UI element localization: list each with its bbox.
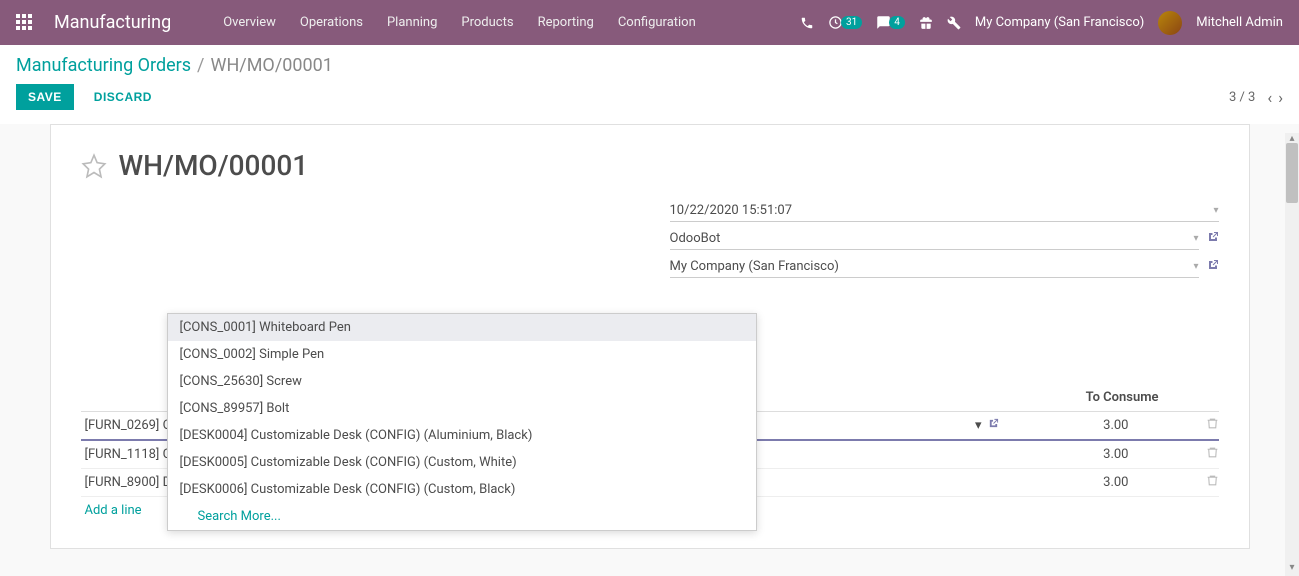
pager-count: 3 / 3 — [1229, 90, 1255, 105]
form-sheet: WH/MO/00001 Date le 10/22/2020 15:51:07 … — [50, 124, 1250, 549]
trash-icon[interactable] — [1206, 446, 1219, 463]
responsible-value[interactable]: OdooBot — [670, 228, 1199, 250]
dropdown-search-more[interactable]: Search More... — [168, 503, 756, 530]
pager: 3 / 3 ‹ › — [1229, 88, 1283, 107]
scheduled-date-value[interactable]: 10/22/2020 15:51:07 — [670, 200, 1219, 222]
breadcrumb-root[interactable]: Manufacturing Orders — [16, 55, 191, 76]
dropdown-item[interactable]: [CONS_0002] Simple Pen — [168, 341, 756, 368]
form-col-right: 10/22/2020 15:51:07 OdooBot My Company (… — [670, 200, 1219, 284]
clock-badge: 31 — [841, 16, 862, 29]
breadcrumb-current: WH/MO/00001 — [210, 55, 332, 76]
nav-item-products[interactable]: Products — [449, 0, 525, 45]
nav-item-overview[interactable]: Overview — [211, 0, 288, 45]
nav-item-reporting[interactable]: Reporting — [526, 0, 606, 45]
trash-icon[interactable] — [1206, 417, 1219, 434]
phone-icon[interactable] — [800, 16, 814, 30]
dropdown-item[interactable]: [DESK0006] Customizable Desk (CONFIG) (C… — [168, 476, 756, 503]
row-external-link-icon[interactable] — [988, 418, 999, 433]
discard-button[interactable]: DISCARD — [82, 84, 164, 110]
dropdown-item[interactable]: [CONS_25630] Screw — [168, 368, 756, 395]
user-label[interactable]: Mitchell Admin — [1196, 15, 1283, 30]
wrench-icon[interactable] — [947, 16, 961, 30]
responsible-external-link-icon[interactable] — [1207, 231, 1219, 247]
save-button[interactable]: SAVE — [16, 84, 74, 110]
navbar: Manufacturing Overview Operations Planni… — [0, 0, 1299, 45]
dropdown-item[interactable]: [CONS_89957] Bolt — [168, 395, 756, 422]
dropdown-item[interactable]: [DESK0004] Customizable Desk (CONFIG) (A… — [168, 422, 756, 449]
nav-right: 31 4 My Company (San Francisco) Mitchell… — [800, 11, 1283, 35]
apps-icon[interactable] — [16, 14, 34, 32]
company-value[interactable]: My Company (San Francisco) — [670, 256, 1199, 278]
row-consume[interactable]: 3.00 — [999, 418, 1159, 433]
pager-prev-icon[interactable]: ‹ — [1267, 88, 1272, 107]
scrollbar-thumb[interactable] — [1286, 143, 1298, 203]
nav-item-configuration[interactable]: Configuration — [606, 0, 708, 45]
nav-menu: Overview Operations Planning Products Re… — [211, 0, 708, 45]
col-consume-header: To Consume — [1059, 390, 1219, 405]
star-icon[interactable] — [81, 153, 107, 179]
page-title: WH/MO/00001 — [119, 149, 309, 182]
chat-icon[interactable]: 4 — [876, 15, 905, 30]
company-external-link-icon[interactable] — [1207, 259, 1219, 275]
form-cols: 10/22/2020 15:51:07 OdooBot My Company (… — [81, 200, 1219, 284]
action-row: SAVE DISCARD 3 / 3 ‹ › — [16, 76, 1283, 120]
clock-icon[interactable]: 31 — [828, 15, 862, 30]
row-consume: 3.00 — [999, 447, 1159, 462]
scrollbar[interactable]: ▴ ▾ — [1285, 133, 1299, 576]
chat-badge: 4 — [889, 16, 905, 29]
form-col-left — [81, 200, 630, 284]
gift-icon[interactable] — [919, 16, 933, 30]
field-scheduled-date: 10/22/2020 15:51:07 — [670, 200, 1219, 222]
pager-next-icon[interactable]: › — [1278, 88, 1283, 107]
breadcrumb: Manufacturing Orders / WH/MO/00001 — [16, 55, 1283, 76]
field-responsible: OdooBot — [670, 228, 1219, 250]
chevron-down-icon[interactable]: ▾ — [975, 418, 982, 433]
control-bar: Manufacturing Orders / WH/MO/00001 SAVE … — [0, 45, 1299, 124]
app-title[interactable]: Manufacturing — [54, 12, 171, 33]
field-company: My Company (San Francisco) — [670, 256, 1219, 278]
company-label[interactable]: My Company (San Francisco) — [975, 15, 1144, 30]
title-row: WH/MO/00001 — [81, 149, 1219, 182]
dropdown-item[interactable]: [DESK0005] Customizable Desk (CONFIG) (C… — [168, 449, 756, 476]
row-consume: 3.00 — [999, 475, 1159, 490]
breadcrumb-sep: / — [197, 55, 204, 76]
trash-icon[interactable] — [1206, 474, 1219, 491]
dropdown-item[interactable]: [CONS_0001] Whiteboard Pen — [168, 314, 756, 341]
sheet-wrap: WH/MO/00001 Date le 10/22/2020 15:51:07 … — [0, 124, 1299, 565]
avatar[interactable] — [1158, 11, 1182, 35]
nav-item-planning[interactable]: Planning — [375, 0, 449, 45]
product-dropdown: [CONS_0001] Whiteboard Pen [CONS_0002] S… — [167, 313, 757, 531]
nav-item-operations[interactable]: Operations — [288, 0, 375, 45]
scrollbar-down-icon[interactable]: ▾ — [1285, 562, 1299, 576]
